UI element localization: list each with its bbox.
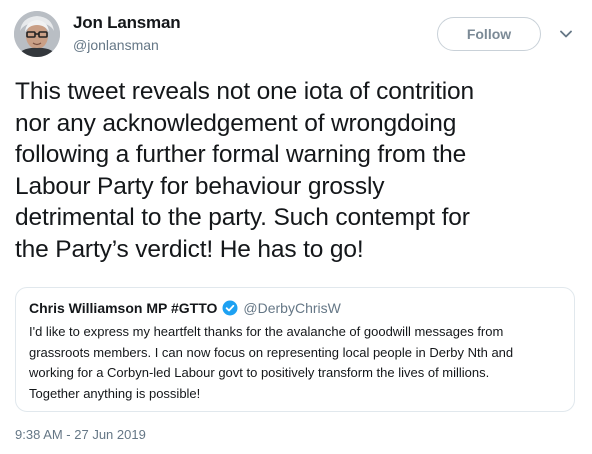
author-handle[interactable]: @jonlansman (73, 37, 159, 53)
chevron-down-icon (560, 30, 572, 38)
tweet-text-line: following a further formal warning from … (15, 141, 467, 168)
quoted-text-line: I'd like to express my heartfelt thanks … (29, 324, 504, 339)
tweet-text-line: Labour Party for behaviour grossly (15, 172, 385, 200)
tweet-text-line: detrimental to the party. Such contempt … (15, 204, 470, 231)
quoted-tweet-text: I'd like to express my heartfelt thanks … (29, 322, 567, 404)
tweet-menu-button[interactable] (556, 26, 576, 42)
verified-badge-icon (222, 300, 238, 316)
quoted-text-line: grassroots members. I can now focus on r… (29, 344, 514, 360)
author-avatar[interactable] (14, 11, 60, 57)
quoted-text-line: Together anything is possible! (29, 385, 201, 401)
tweet-text: This tweet reveals not one iota of contr… (15, 76, 583, 265)
tweet-text-line: This tweet reveals not one iota of contr… (15, 78, 475, 105)
tweet-text-line: the Party’s verdict! He has to go! (15, 235, 364, 263)
tweet-timestamp[interactable]: 9:38 AM - 27 Jun 2019 (15, 427, 146, 442)
follow-button[interactable]: Follow (437, 17, 541, 51)
quoted-author-handle: @DerbyChrisW (243, 300, 341, 316)
quoted-tweet[interactable]: Chris Williamson MP #GTTO @DerbyChrisW I… (15, 287, 575, 412)
quoted-text-line: working for a Corbyn-led Labour govt to … (29, 365, 490, 380)
avatar-photo-icon (14, 11, 60, 57)
tweet-text-line: nor any acknowledgement of wrongdoing (15, 109, 457, 137)
quoted-author-name: Chris Williamson MP #GTTO (29, 300, 218, 316)
tweet-card: Jon Lansman @jonlansman Follow This twee… (0, 0, 592, 454)
quoted-tweet-header: Chris Williamson MP #GTTO @DerbyChrisW (29, 299, 561, 317)
author-name[interactable]: Jon Lansman (73, 13, 181, 33)
